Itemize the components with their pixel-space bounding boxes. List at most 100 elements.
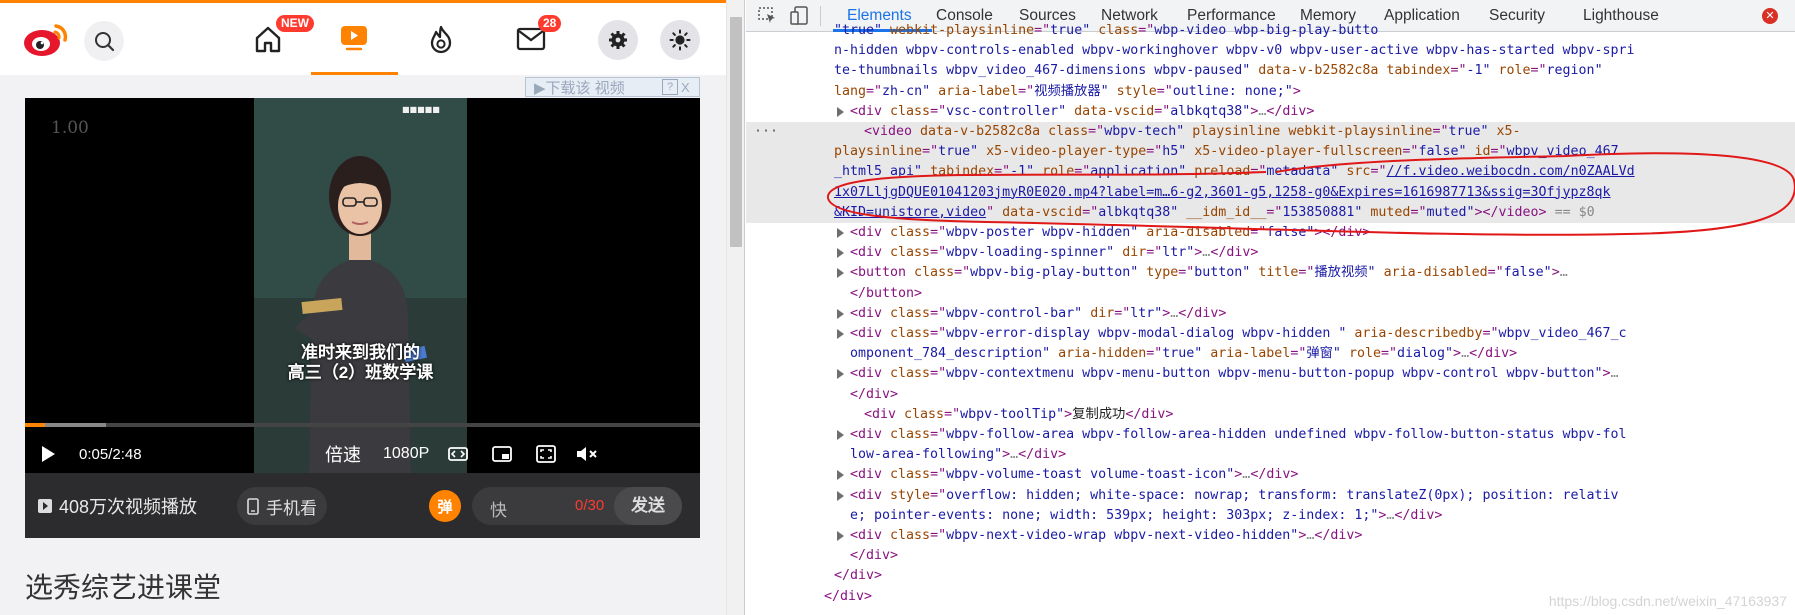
dom-tree-line[interactable]: <div class="wbpv-toolTip">复制成功</div>	[746, 405, 1795, 425]
download-video-label[interactable]: ▶下载该 视频	[526, 77, 662, 98]
node-actions-ellipsis[interactable]: ···	[754, 122, 778, 142]
progress-played	[25, 423, 46, 427]
speed-button[interactable]: 倍速	[325, 438, 361, 470]
active-tab-underline	[311, 72, 398, 75]
video-control-bar: 0:05/2:48 倍速 1080P	[25, 438, 700, 470]
play-count-text: 408万次视频播放	[59, 496, 198, 517]
expand-triangle-icon[interactable]	[836, 106, 845, 117]
home-new-badge: NEW	[276, 15, 314, 32]
dom-tree-line[interactable]: e; pointer-events: none; width: 539px; h…	[746, 506, 1795, 526]
watch-on-phone-button[interactable]: 手机看	[237, 487, 327, 525]
expand-triangle-icon[interactable]	[836, 369, 845, 380]
dom-tree-line[interactable]: omponent_784_description" aria-hidden="t…	[746, 344, 1795, 364]
dom-tree-line[interactable]: 1x07LljgDQUE01041203jmyR0E020.mp4?label=…	[746, 182, 1795, 203]
page-scrollbar[interactable]	[726, 0, 745, 615]
picture-in-picture-icon[interactable]	[492, 438, 514, 470]
play-icon[interactable]	[39, 438, 63, 470]
dom-tree-line-text: <div class="wbpv-follow-area wbpv-follow…	[850, 427, 1627, 442]
download-help-button[interactable]: ?	[662, 79, 678, 95]
dom-tree-line-text: <div class="wbpv-contextmenu wbpv-menu-b…	[850, 366, 1619, 382]
subtitle-line-1: 准时来到我们的	[301, 343, 420, 362]
scrollbar-thumb[interactable]	[730, 17, 742, 247]
dom-tree-line[interactable]: lang="zh-cn" aria-label="视频播放器" style="o…	[746, 82, 1795, 102]
settings-gear-icon[interactable]	[598, 20, 638, 60]
danmaku-style-button[interactable]: 弹	[429, 490, 461, 522]
video-time: 0:05/2:48	[79, 445, 142, 463]
fullscreen-icon[interactable]	[536, 438, 558, 470]
dom-tree-line[interactable]: n-hidden wbpv-controls-enabled wbpv-work…	[746, 41, 1795, 61]
dom-tree-line[interactable]: </div>	[746, 385, 1795, 405]
mute-icon[interactable]	[575, 438, 601, 470]
dom-tree-line[interactable]: </div>	[746, 546, 1795, 566]
danmaku-style-label: 弹	[437, 498, 453, 516]
dom-tree-line-text: _html5_api" tabindex="-1" role="applicat…	[834, 164, 1635, 180]
dom-tree-line-text: 1x07LljgDQUE01041203jmyR0E020.mp4?label=…	[834, 184, 1611, 200]
dom-tree-line[interactable]: <video data-v-b2582c8a class="wbpv-tech"…	[746, 122, 1795, 143]
dom-tree-line-text: lang="zh-cn" aria-label="视频播放器" style="o…	[834, 83, 1301, 99]
dom-tree-line[interactable]: <div class="wbpv-contextmenu wbpv-menu-b…	[746, 364, 1795, 384]
dom-tree-line-text: playsinline="true" x5-video-player-type=…	[834, 144, 1619, 160]
video-player[interactable]: 1.00 ■■■■■ 准时来到我们的 高三（2）班数学课 0:05/2:48 倍…	[25, 98, 700, 473]
dom-tree-line[interactable]: playsinline="true" x5-video-player-type=…	[746, 142, 1795, 163]
dom-tree-line[interactable]: <div class="wbpv-error-display wbpv-moda…	[746, 324, 1795, 344]
csdn-watermark: https://blog.csdn.net/weixin_47163937	[1548, 593, 1787, 609]
dom-tree-line-text: </div>	[850, 548, 899, 564]
video-subtitle: 准时来到我们的 高三（2）班数学课	[254, 343, 467, 383]
danmaku-toggle-icon[interactable]	[448, 438, 470, 470]
dom-tree-line[interactable]: <button class="wbpv-big-play-button" typ…	[746, 263, 1795, 283]
dom-tree-line-text: n-hidden wbpv-controls-enabled wbpv-work…	[834, 43, 1635, 59]
send-danmaku-button[interactable]: 发送	[614, 487, 682, 525]
download-close-button[interactable]: X	[681, 80, 695, 95]
danmaku-bar: 408万次视频播放 手机看 弹 快 0/30 发送	[25, 473, 700, 538]
expand-triangle-icon[interactable]	[836, 531, 845, 541]
hot-fire-icon[interactable]	[421, 19, 461, 59]
dom-tree-line[interactable]: <div class="wbpv-poster wbpv-hidden" ari…	[746, 223, 1795, 243]
progress-buffered	[45, 423, 106, 427]
video-tab-icon[interactable]	[334, 21, 374, 55]
search-icon[interactable]	[84, 21, 124, 61]
dom-tree-line[interactable]: low-area-following">…</div>	[746, 445, 1795, 465]
expand-triangle-icon[interactable]	[836, 228, 845, 238]
expand-triangle-icon[interactable]	[836, 268, 845, 279]
quality-button[interactable]: 1080P	[383, 438, 429, 470]
dom-tree-line-text: <div class="wbpv-poster wbpv-hidden" ari…	[850, 225, 1371, 240]
expand-triangle-icon[interactable]	[836, 329, 845, 339]
expand-triangle-icon[interactable]	[836, 248, 845, 259]
dom-tree-line-text: <div class="wbpv-control-bar" dir="ltr">…	[850, 305, 1227, 321]
dom-tree-line[interactable]: <div class="wbpv-volume-toast volume-toa…	[746, 465, 1795, 485]
dom-tree-line-text: <div class="wbpv-volume-toast volume-toa…	[850, 467, 1299, 483]
elements-dom-tree: "true" webkit-playsinline="true" class="…	[746, 23, 1795, 615]
theme-sun-icon[interactable]	[660, 20, 700, 60]
dom-tree-line[interactable]: _html5_api" tabindex="-1" role="applicat…	[746, 162, 1795, 183]
video-frame-image: ■■■■■	[254, 98, 467, 473]
danmaku-input-pill: 快 0/30 发送	[472, 487, 682, 525]
dom-tree-line[interactable]: <div class="wbpv-control-bar" dir="ltr">…	[746, 304, 1795, 324]
dom-tree-line[interactable]: <div class="wbpv-follow-area wbpv-follow…	[746, 425, 1795, 445]
mail-count-badge: 28	[538, 15, 562, 32]
dom-tree-line[interactable]: "true" webkit-playsinline="true" class="…	[746, 21, 1795, 41]
dom-tree-line-text: <div class="vsc-controller" data-vscid="…	[850, 103, 1315, 119]
dom-tree-line[interactable]: <div style="overflow: hidden; white-spac…	[746, 486, 1795, 506]
video-download-bar[interactable]: ▶下载该 视频 ? X	[525, 77, 700, 97]
dom-tree-line-text: <div class="wbpv-error-display wbpv-moda…	[850, 326, 1627, 341]
dom-tree-line[interactable]: <div class="wbpv-loading-spinner" dir="l…	[746, 243, 1795, 263]
play-count-icon	[38, 498, 52, 513]
expand-triangle-icon[interactable]	[836, 430, 845, 440]
danmaku-input[interactable]: 快	[490, 496, 507, 521]
dom-tree-line[interactable]: <div class="wbpv-next-video-wrap wbpv-ne…	[746, 526, 1795, 546]
dom-tree-line[interactable]: <div class="vsc-controller" data-vscid="…	[746, 102, 1795, 122]
dom-tree-line-text: <div class="wbpv-loading-spinner" dir="l…	[850, 245, 1259, 261]
danmaku-char-counter: 0/30	[575, 497, 605, 514]
subtitle-line-2: 高三（2）班数学课	[287, 363, 434, 382]
expand-triangle-icon[interactable]	[836, 308, 845, 319]
dom-tree-line-text: te-thumbnails wbpv_video_467-dimensions …	[834, 63, 1603, 79]
dom-tree-line[interactable]: &KID=unistore,video" data-vscid="albkqtq…	[746, 202, 1795, 223]
dom-tree-line[interactable]: te-thumbnails wbpv_video_467-dimensions …	[746, 61, 1795, 81]
expand-triangle-icon[interactable]	[836, 490, 845, 501]
expand-triangle-icon[interactable]	[836, 470, 845, 481]
dom-tree-line[interactable]: </div>	[746, 566, 1795, 586]
dom-tree-line-text: </div>	[850, 386, 899, 402]
video-progress-bar[interactable]	[25, 423, 700, 427]
weibo-logo-icon[interactable]	[22, 17, 72, 59]
dom-tree-line[interactable]: </button>	[746, 284, 1795, 304]
